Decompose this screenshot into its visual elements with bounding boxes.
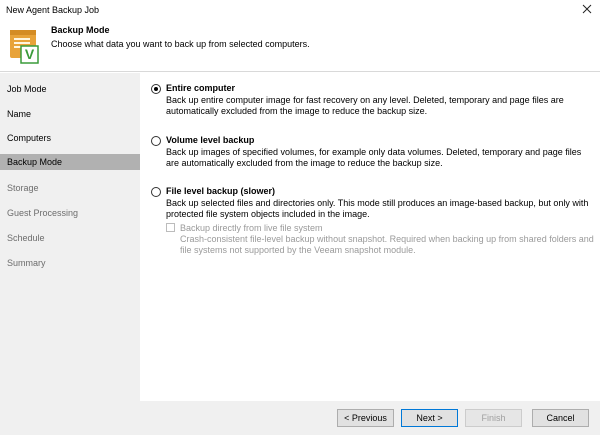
live-file-system-checkbox [166, 223, 175, 232]
volume-level-label[interactable]: Volume level backup [166, 135, 254, 145]
sidebar-item-backup-mode[interactable]: Backup Mode [0, 154, 140, 170]
wizard-steps: Job Mode Name Computers Backup Mode Stor… [0, 73, 140, 401]
close-icon[interactable] [580, 2, 594, 16]
entire-computer-label[interactable]: Entire computer [166, 83, 235, 93]
wizard-header: V Backup Mode Choose what data you want … [0, 20, 600, 72]
page-subtitle: Choose what data you want to back up fro… [51, 39, 310, 49]
sidebar-item-schedule: Schedule [7, 233, 45, 243]
file-level-label[interactable]: File level backup (slower) [166, 186, 275, 196]
previous-button[interactable]: < Previous [337, 409, 394, 427]
title-bar: New Agent Backup Job [0, 0, 600, 20]
sidebar-item-storage: Storage [7, 183, 39, 193]
next-button[interactable]: Next > [401, 409, 458, 427]
file-level-radio[interactable] [151, 187, 161, 197]
sidebar-item-guest-processing: Guest Processing [7, 208, 79, 218]
page-title: Backup Mode [51, 25, 110, 35]
entire-computer-radio[interactable] [151, 84, 161, 94]
wizard-footer: < Previous Next > Finish Cancel [0, 401, 600, 435]
volume-level-description: Back up images of specified volumes, for… [166, 147, 582, 168]
finish-button: Finish [465, 409, 522, 427]
sidebar-item-computers[interactable]: Computers [0, 130, 140, 146]
backup-mode-panel: Entire computer Back up entire computer … [140, 73, 600, 401]
entire-computer-description: Back up entire computer image for fast r… [166, 95, 564, 116]
window-title: New Agent Backup Job [6, 5, 100, 15]
backup-scroll-icon: V [8, 27, 40, 65]
live-file-system-label: Backup directly from live file system [180, 223, 323, 233]
file-level-description: Back up selected files and directories o… [166, 198, 589, 219]
sidebar-item-job-mode[interactable]: Job Mode [0, 81, 140, 97]
live-file-system-description: Crash-consistent file-level backup witho… [180, 234, 594, 255]
sidebar-item-name[interactable]: Name [0, 106, 140, 122]
cancel-button[interactable]: Cancel [532, 409, 589, 427]
volume-level-radio[interactable] [151, 136, 161, 146]
logo-letter: V [25, 46, 35, 62]
sidebar-item-summary: Summary [7, 258, 46, 268]
